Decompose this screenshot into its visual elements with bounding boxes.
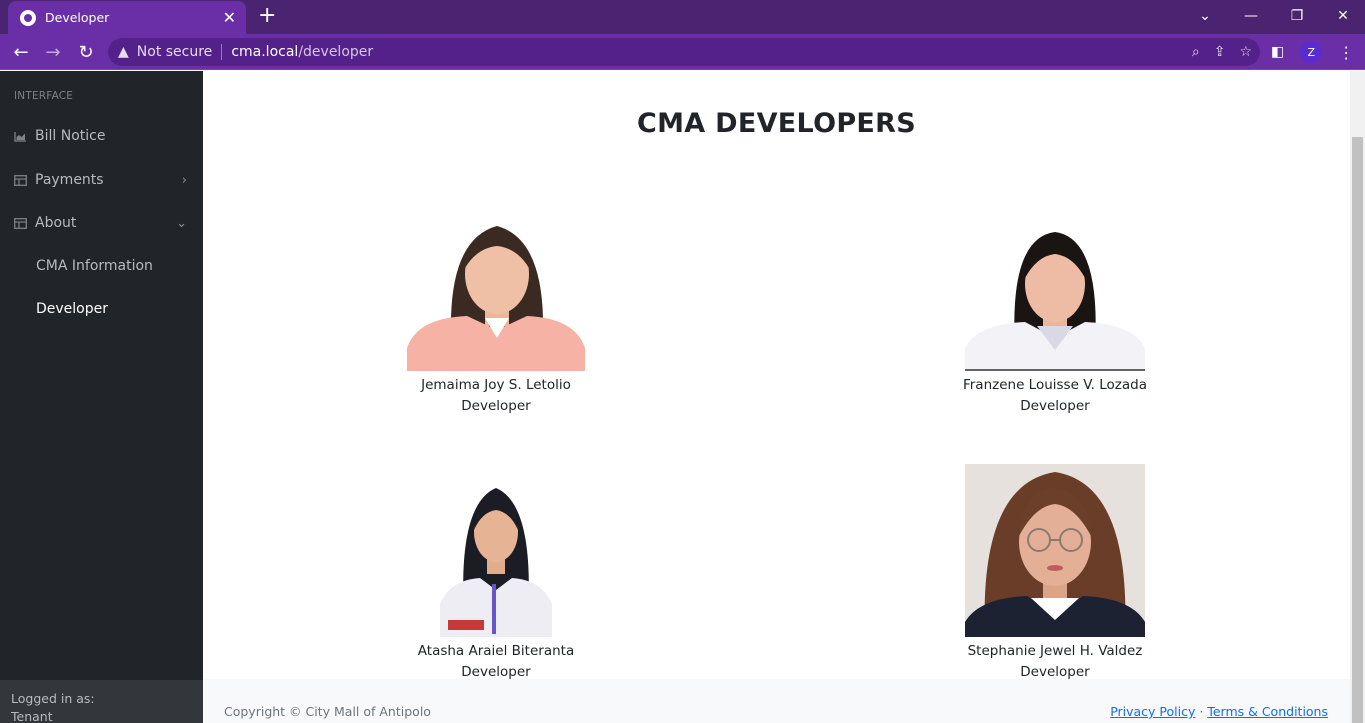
footer-separator: · [1199,704,1204,719]
developer-photo [965,464,1145,637]
footer-links: Privacy Policy · Terms & Conditions [1110,704,1328,719]
restore-button[interactable]: ❐ [1274,8,1320,24]
sidebar-heading: INTERFACE [14,90,74,102]
sidebar-item-label: Bill Notice [35,128,106,144]
globe-icon [20,9,36,26]
developer-card: Stephanie Jewel H. Valdez Developer [935,464,1175,683]
main-content: CMA DEVELOPERS Jemaima Joy S. Letolio De… [203,71,1350,680]
close-window-button[interactable]: ✕ [1320,8,1365,24]
page-scrollbar[interactable] [1350,71,1365,723]
table-icon [14,217,27,229]
chevron-down-icon: ⌄ [176,215,187,231]
side-panel-icon[interactable]: ◧ [1271,44,1284,60]
chevron-right-icon: › [181,172,187,188]
bookmark-star-icon[interactable]: ☆ [1239,44,1252,60]
share-icon[interactable]: ⇪ [1214,44,1226,60]
forward-button[interactable]: → [40,39,66,65]
developer-role: Developer [461,398,531,414]
sidebar-subitem-developer[interactable]: Developer [36,301,108,317]
url-host: cma.local [231,44,299,60]
browser-toolbar: ← → ↻ ▲ Not secure cma.local/developer ⌕… [0,34,1365,70]
sidebar-item-label: Payments [35,172,104,188]
menu-kebab-icon[interactable]: ⋮ [1338,43,1354,62]
table-icon [14,174,27,186]
scrollbar-thumb[interactable] [1352,137,1363,723]
address-separator [221,44,223,60]
privacy-policy-link[interactable]: Privacy Policy [1110,704,1195,719]
sidebar-item-bill-notice[interactable]: Bill Notice [0,116,203,156]
developer-card: Atasha Araiel Biteranta Developer [376,474,616,683]
security-label: Not secure [136,44,213,60]
tab-search-icon[interactable]: ⌄ [1182,8,1228,24]
back-button[interactable]: ← [8,39,34,65]
chart-area-icon [14,131,27,142]
address-bar[interactable]: ▲ Not secure cma.local/developer ⌕ ⇪ ☆ [108,38,1260,66]
developer-photo [965,198,1145,371]
developer-card: Jemaima Joy S. Letolio Developer [376,198,616,417]
sidebar: INTERFACE Bill Notice Payments › About ⌄… [0,71,203,723]
copyright-text: Copyright © City Mall of Antipolo [224,704,431,719]
new-tab-button[interactable]: + [258,5,276,27]
close-tab-icon[interactable]: ✕ [223,9,236,26]
profile-avatar[interactable]: Z [1300,41,1323,63]
warning-icon[interactable]: ▲ [118,44,129,60]
terms-link[interactable]: Terms & Conditions [1207,704,1328,719]
sidebar-item-label: About [35,215,77,231]
window-controls: ⌄ — ❐ ✕ [1182,0,1365,32]
url-path: /developer [298,44,374,60]
developer-photo [407,198,585,371]
browser-tab-bar: Developer ✕ + ⌄ — ❐ ✕ [0,0,1365,34]
developer-card: Franzene Louisse V. Lozada Developer [935,198,1175,417]
logged-in-user: Tenant [11,709,53,723]
developer-name: Atasha Araiel Biteranta [417,643,575,659]
minimize-button[interactable]: — [1228,8,1274,24]
developer-role: Developer [1020,398,1090,414]
sidebar-item-about[interactable]: About ⌄ [0,203,203,243]
logged-in-label: Logged in as: [11,691,95,706]
developer-name: Franzene Louisse V. Lozada [962,377,1148,393]
page-footer: Copyright © City Mall of Antipolo Privac… [203,679,1350,723]
reload-button[interactable]: ↻ [73,39,99,65]
sidebar-item-payments[interactable]: Payments › [0,160,203,200]
zoom-icon[interactable]: ⌕ [1192,44,1200,60]
developer-photo [440,474,552,637]
page-title: CMA DEVELOPERS [636,108,917,139]
tab-title: Developer [45,10,110,25]
developer-name: Stephanie Jewel H. Valdez [967,643,1143,659]
developer-name: Jemaima Joy S. Letolio [421,377,571,393]
sidebar-subitem-cma-information[interactable]: CMA Information [36,258,153,274]
sidebar-footer: Logged in as: Tenant [0,680,203,723]
browser-tab[interactable]: Developer ✕ [8,1,246,34]
